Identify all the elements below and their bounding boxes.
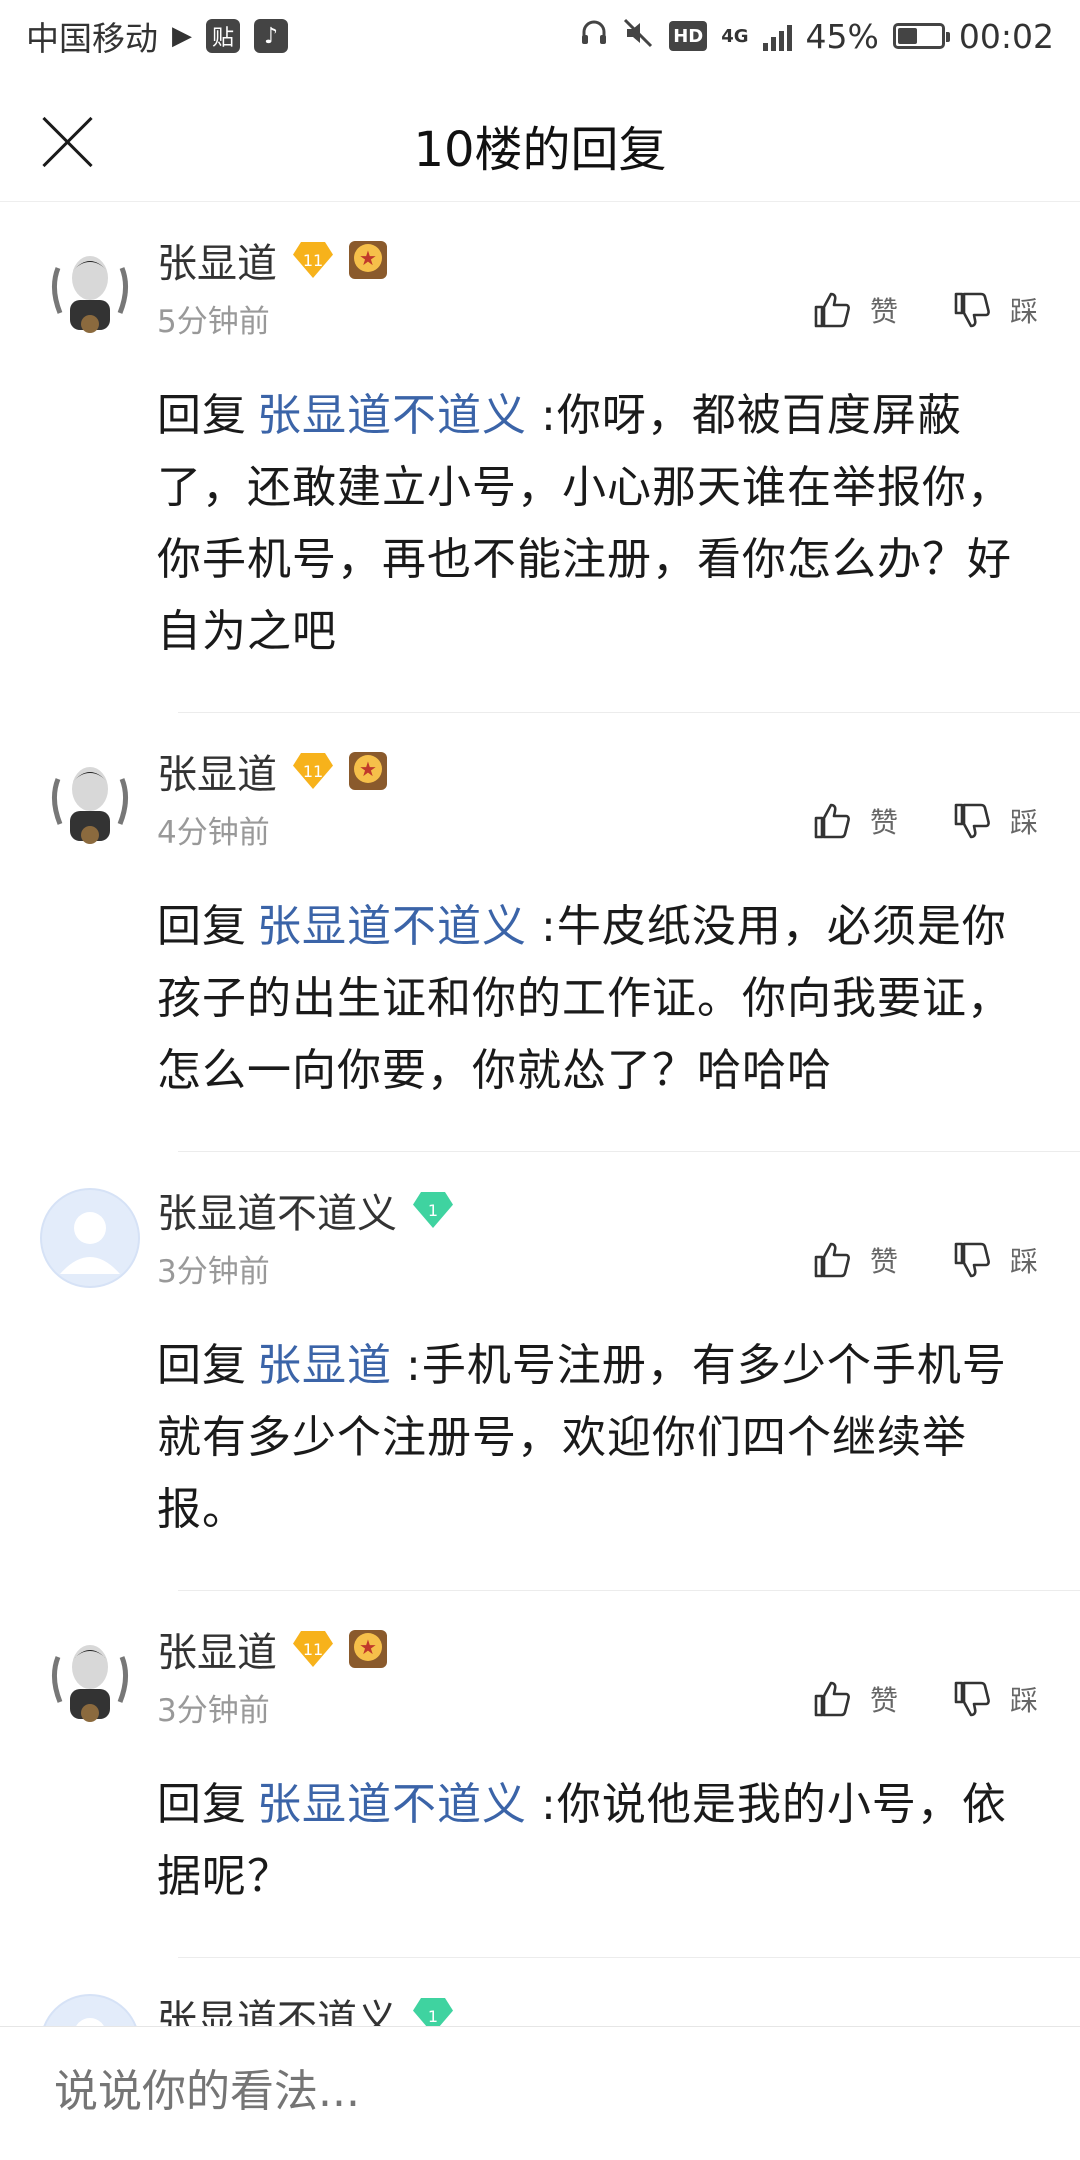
thumbs-up-icon bbox=[814, 1242, 850, 1278]
dislike-button[interactable]: 踩 bbox=[952, 801, 1038, 841]
name-row: 张显道 11 bbox=[157, 743, 387, 799]
reply-word: 回复 bbox=[157, 901, 247, 952]
like-button[interactable]: 赞 bbox=[812, 801, 898, 841]
battery-percent: 45% bbox=[805, 16, 879, 56]
name-row: 张显道不道义 1 bbox=[157, 1182, 453, 1238]
thumbs-down-icon bbox=[954, 1681, 990, 1717]
name-row: 张显道 11 bbox=[157, 232, 387, 288]
default-avatar-icon bbox=[60, 1212, 120, 1274]
level-badge-icon: 11 bbox=[293, 242, 333, 278]
level-badge-icon: 11 bbox=[293, 1631, 333, 1667]
user-photo-icon bbox=[40, 238, 140, 338]
signal-icon bbox=[762, 21, 792, 51]
like-label: 赞 bbox=[869, 1245, 898, 1278]
thumbs-down-icon bbox=[954, 803, 990, 839]
medal-icon bbox=[349, 1630, 387, 1668]
comment-item: 张显道不道义 1 3分钟前 赞 踩 回复 张显道:手机号注册，有多少个手机号就有多… bbox=[0, 1152, 1080, 1591]
comment-actions: 赞 踩 bbox=[812, 1240, 1038, 1280]
comment-item: 张显道 11 3分钟前 赞 踩 回复张显道不道义:你说他是我的小号，依据呢？ bbox=[0, 1591, 1080, 1958]
thumbs-up-icon bbox=[814, 803, 850, 839]
user-photo-icon bbox=[40, 749, 140, 849]
timestamp: 3分钟前 bbox=[157, 1693, 270, 1729]
comment-meta: 张显道 11 4分钟前 bbox=[157, 743, 387, 852]
network-label: 4G bbox=[721, 25, 749, 47]
dislike-label: 踩 bbox=[1009, 295, 1038, 328]
avatar[interactable] bbox=[40, 749, 140, 849]
comment-item: 张显道不道义 1 赞 踩 bbox=[0, 1958, 1080, 2094]
comment-item: 张显道 11 4分钟前 赞 踩 回复张显道不道义:牛皮纸没用，必须是你孩子的出生… bbox=[0, 713, 1080, 1152]
title-bar: 10楼的回复 bbox=[0, 72, 1080, 202]
reply-word: 回复 bbox=[157, 1340, 247, 1391]
like-button[interactable]: 赞 bbox=[812, 290, 898, 330]
like-label: 赞 bbox=[869, 1684, 898, 1717]
thumbs-up-icon bbox=[814, 292, 850, 328]
reply-word: 回复 bbox=[157, 390, 247, 441]
dislike-label: 踩 bbox=[1009, 1684, 1038, 1717]
user-photo-icon bbox=[40, 1627, 140, 1727]
username[interactable]: 张显道 bbox=[157, 231, 277, 289]
comment-input[interactable] bbox=[52, 2065, 956, 2118]
thumbs-down-icon bbox=[954, 292, 990, 328]
page-title: 10楼的回复 bbox=[413, 122, 667, 178]
dislike-button[interactable]: 踩 bbox=[952, 1679, 1038, 1719]
comment-list: 张显道 11 5分钟前 赞 踩 回复张显道不道义:你呀，都被百度屏蔽了，还敢建立… bbox=[0, 202, 1080, 2094]
reply-word: 回复 bbox=[157, 1779, 247, 1830]
username[interactable]: 张显道 bbox=[157, 1620, 277, 1678]
hd-icon: HD bbox=[669, 21, 708, 51]
avatar[interactable] bbox=[40, 238, 140, 338]
thumbs-up-icon bbox=[814, 1681, 850, 1717]
carrier-label: 中国移动 bbox=[26, 19, 158, 58]
comment-input-bar bbox=[0, 2026, 1080, 2160]
comment-actions: 赞 踩 bbox=[812, 290, 1038, 330]
battery-icon bbox=[892, 23, 950, 49]
reply-target-link[interactable]: 张显道 bbox=[257, 1340, 392, 1391]
timestamp: 3分钟前 bbox=[157, 1254, 270, 1290]
username[interactable]: 张显道不道义 bbox=[157, 1181, 397, 1239]
headphones-icon bbox=[579, 17, 609, 56]
mute-icon bbox=[623, 17, 655, 56]
clock: 00:02 bbox=[958, 16, 1054, 56]
username[interactable]: 张显道 bbox=[157, 742, 277, 800]
play-icon: ▶ bbox=[172, 21, 192, 51]
thumbs-down-icon bbox=[954, 1242, 990, 1278]
medal-icon bbox=[349, 241, 387, 279]
avatar[interactable] bbox=[40, 1188, 140, 1288]
like-button[interactable]: 赞 bbox=[812, 1679, 898, 1719]
comment-meta: 张显道 11 5分钟前 bbox=[157, 232, 387, 341]
avatar[interactable] bbox=[40, 1627, 140, 1727]
dislike-button[interactable]: 踩 bbox=[952, 1240, 1038, 1280]
tieba-app-icon: 贴 bbox=[206, 19, 240, 53]
comment-meta: 张显道不道义 1 3分钟前 bbox=[157, 1182, 453, 1291]
timestamp: 4分钟前 bbox=[157, 815, 270, 851]
reply-target-link[interactable]: 张显道不道义 bbox=[257, 1779, 527, 1830]
comment-meta: 张显道 11 3分钟前 bbox=[157, 1621, 387, 1730]
medal-icon bbox=[349, 752, 387, 790]
reply-target-link[interactable]: 张显道不道义 bbox=[257, 390, 527, 441]
status-bar: 中国移动 ▶ 贴 ♪ HD 4G 45% 00:02 bbox=[0, 0, 1080, 72]
tiktok-app-icon: ♪ bbox=[254, 19, 288, 53]
dislike-button[interactable]: 踩 bbox=[952, 290, 1038, 330]
comment-actions: 赞 踩 bbox=[812, 801, 1038, 841]
comment-item: 张显道 11 5分钟前 赞 踩 回复张显道不道义:你呀，都被百度屏蔽了，还敢建立… bbox=[0, 202, 1080, 713]
dislike-label: 踩 bbox=[1009, 806, 1038, 839]
comment-actions: 赞 踩 bbox=[812, 1679, 1038, 1719]
level-badge-icon: 1 bbox=[413, 1192, 453, 1228]
level-badge-icon: 11 bbox=[293, 753, 333, 789]
timestamp: 5分钟前 bbox=[157, 304, 270, 340]
name-row: 张显道 11 bbox=[157, 1621, 387, 1677]
like-label: 赞 bbox=[869, 295, 898, 328]
reply-target-link[interactable]: 张显道不道义 bbox=[257, 901, 527, 952]
like-label: 赞 bbox=[869, 806, 898, 839]
like-button[interactable]: 赞 bbox=[812, 1240, 898, 1280]
dislike-label: 踩 bbox=[1009, 1245, 1038, 1278]
